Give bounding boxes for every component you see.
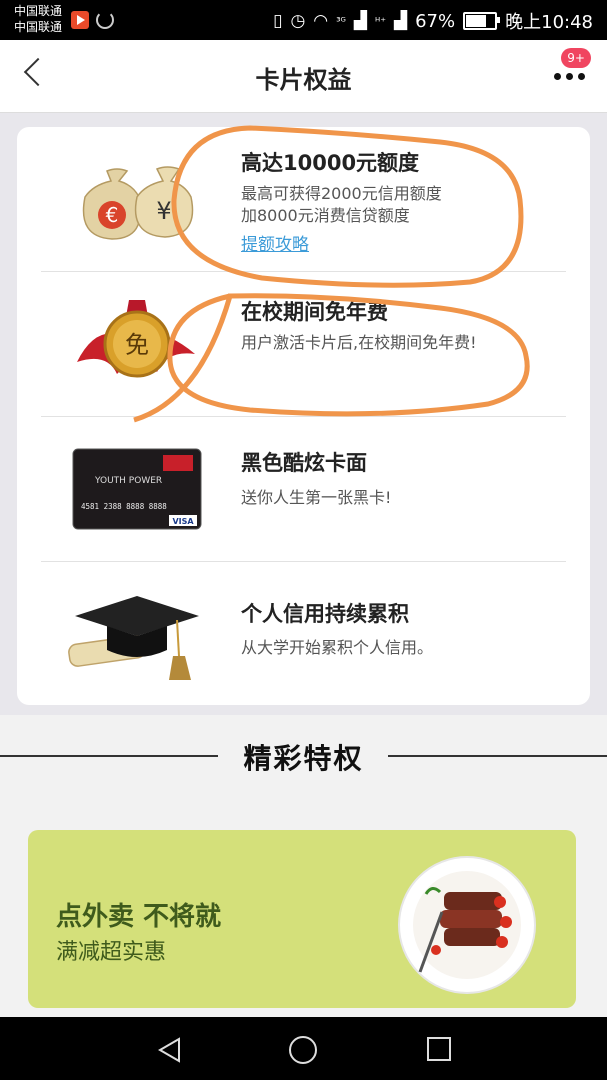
more-menu-icon[interactable] [554,73,585,80]
svg-text:¥: ¥ [156,197,171,225]
status-icons: ▯ ◷ ◠ ³ᴳ ▟ ᴴ⁺ ▟ 67% 晚上10:48 [273,8,593,34]
system-recents-icon[interactable] [427,1037,451,1061]
section-line-right [388,755,607,757]
banner-headline: 点外卖 不将就 [56,902,222,932]
status-bar: 中国联通 中国联通 ▯ ◷ ◠ ³ᴳ ▟ ᴴ⁺ ▟ 67% 晚上10:48 [0,0,607,40]
system-back-icon[interactable] [157,1037,181,1063]
notification-badge: 9+ [561,48,591,68]
signal-icon-2: ▟ [394,11,408,31]
system-nav-bar [0,1017,607,1080]
medal-icon: 免 [77,300,195,378]
battery-icon [463,12,501,30]
black-card-icon: YOUTH POWER 4581 2388 8888 8888 VISA [72,448,202,530]
banner-subline: 满减超实惠 [56,940,167,965]
card-brand: VISA [172,517,194,526]
benefit-title: 个人信用持续累积 [241,602,409,626]
system-home-icon[interactable] [289,1036,317,1064]
battery-percent: 67% [415,10,456,32]
alarm-icon: ◷ [290,11,306,31]
benefit-desc-line-2: 加8000元消费信贷额度 [241,206,410,225]
graduation-cap-icon [68,596,199,680]
wifi-icon: ◠ [313,11,329,31]
signal-label-2: ᴴ⁺ [375,14,387,28]
benefit-row-credit-history: 个人信用持续累积 从大学开始累积个人信用。 [17,562,590,707]
signal-label-1: ³ᴳ [336,14,346,28]
medal-text: 免 [125,331,149,359]
benefit-row-black-card: YOUTH POWER 4581 2388 8888 8888 VISA 黑色酷… [17,417,590,562]
promo-area: 点外卖 不将就 满减超实惠 [0,795,607,1017]
benefit-desc: 用户激活卡片后,在校期间免年费! [241,333,477,352]
card-logo-text: YOUTH POWER [94,476,162,486]
steak-plate-icon [398,856,536,994]
carrier-1: 中国联通 [14,4,63,18]
sync-icon [96,11,114,29]
svg-text:€: € [106,203,119,227]
card-number: 4581 2388 8888 8888 [81,502,167,511]
video-app-icon [71,11,89,29]
benefit-title: 在校期间免年费 [241,300,388,324]
app-header: 卡片权益 9+ [0,40,607,113]
money-bags-icon: € ¥ [82,166,194,240]
signal-icon-1: ▟ [353,11,367,31]
carrier-info: 中国联通 中国联通 [14,3,62,35]
benefit-desc-line-1: 最高可获得2000元信用额度 [241,184,442,203]
benefit-desc: 送你人生第一张黑卡! [241,488,392,507]
vibrate-icon: ▯ [273,11,283,31]
food-delivery-banner[interactable]: 点外卖 不将就 满减超实惠 [28,830,576,1008]
section-title: 精彩特权 [243,742,364,775]
benefit-desc: 从大学开始累积个人信用。 [241,638,434,657]
benefits-card: € ¥ 高达10000元额度 最高可获得2000元信用额度 加8000元消费信贷… [17,127,590,705]
benefit-title: 高达10000元额度 [241,151,420,175]
page-title: 卡片权益 [255,66,352,94]
raise-limit-link[interactable]: 提额攻略 [241,230,309,255]
battery-fill [466,15,487,27]
benefit-row-annual-fee: 免 在校期间免年费 用户激活卡片后,在校期间免年费! [17,272,590,417]
section-header: 精彩特权 [0,715,607,795]
carrier-2: 中国联通 [14,20,63,34]
benefit-row-credit-limit: € ¥ 高达10000元额度 最高可获得2000元信用额度 加8000元消费信贷… [17,127,590,272]
benefit-title: 黑色酷炫卡面 [241,451,367,475]
clock: 晚上10:48 [505,12,593,33]
